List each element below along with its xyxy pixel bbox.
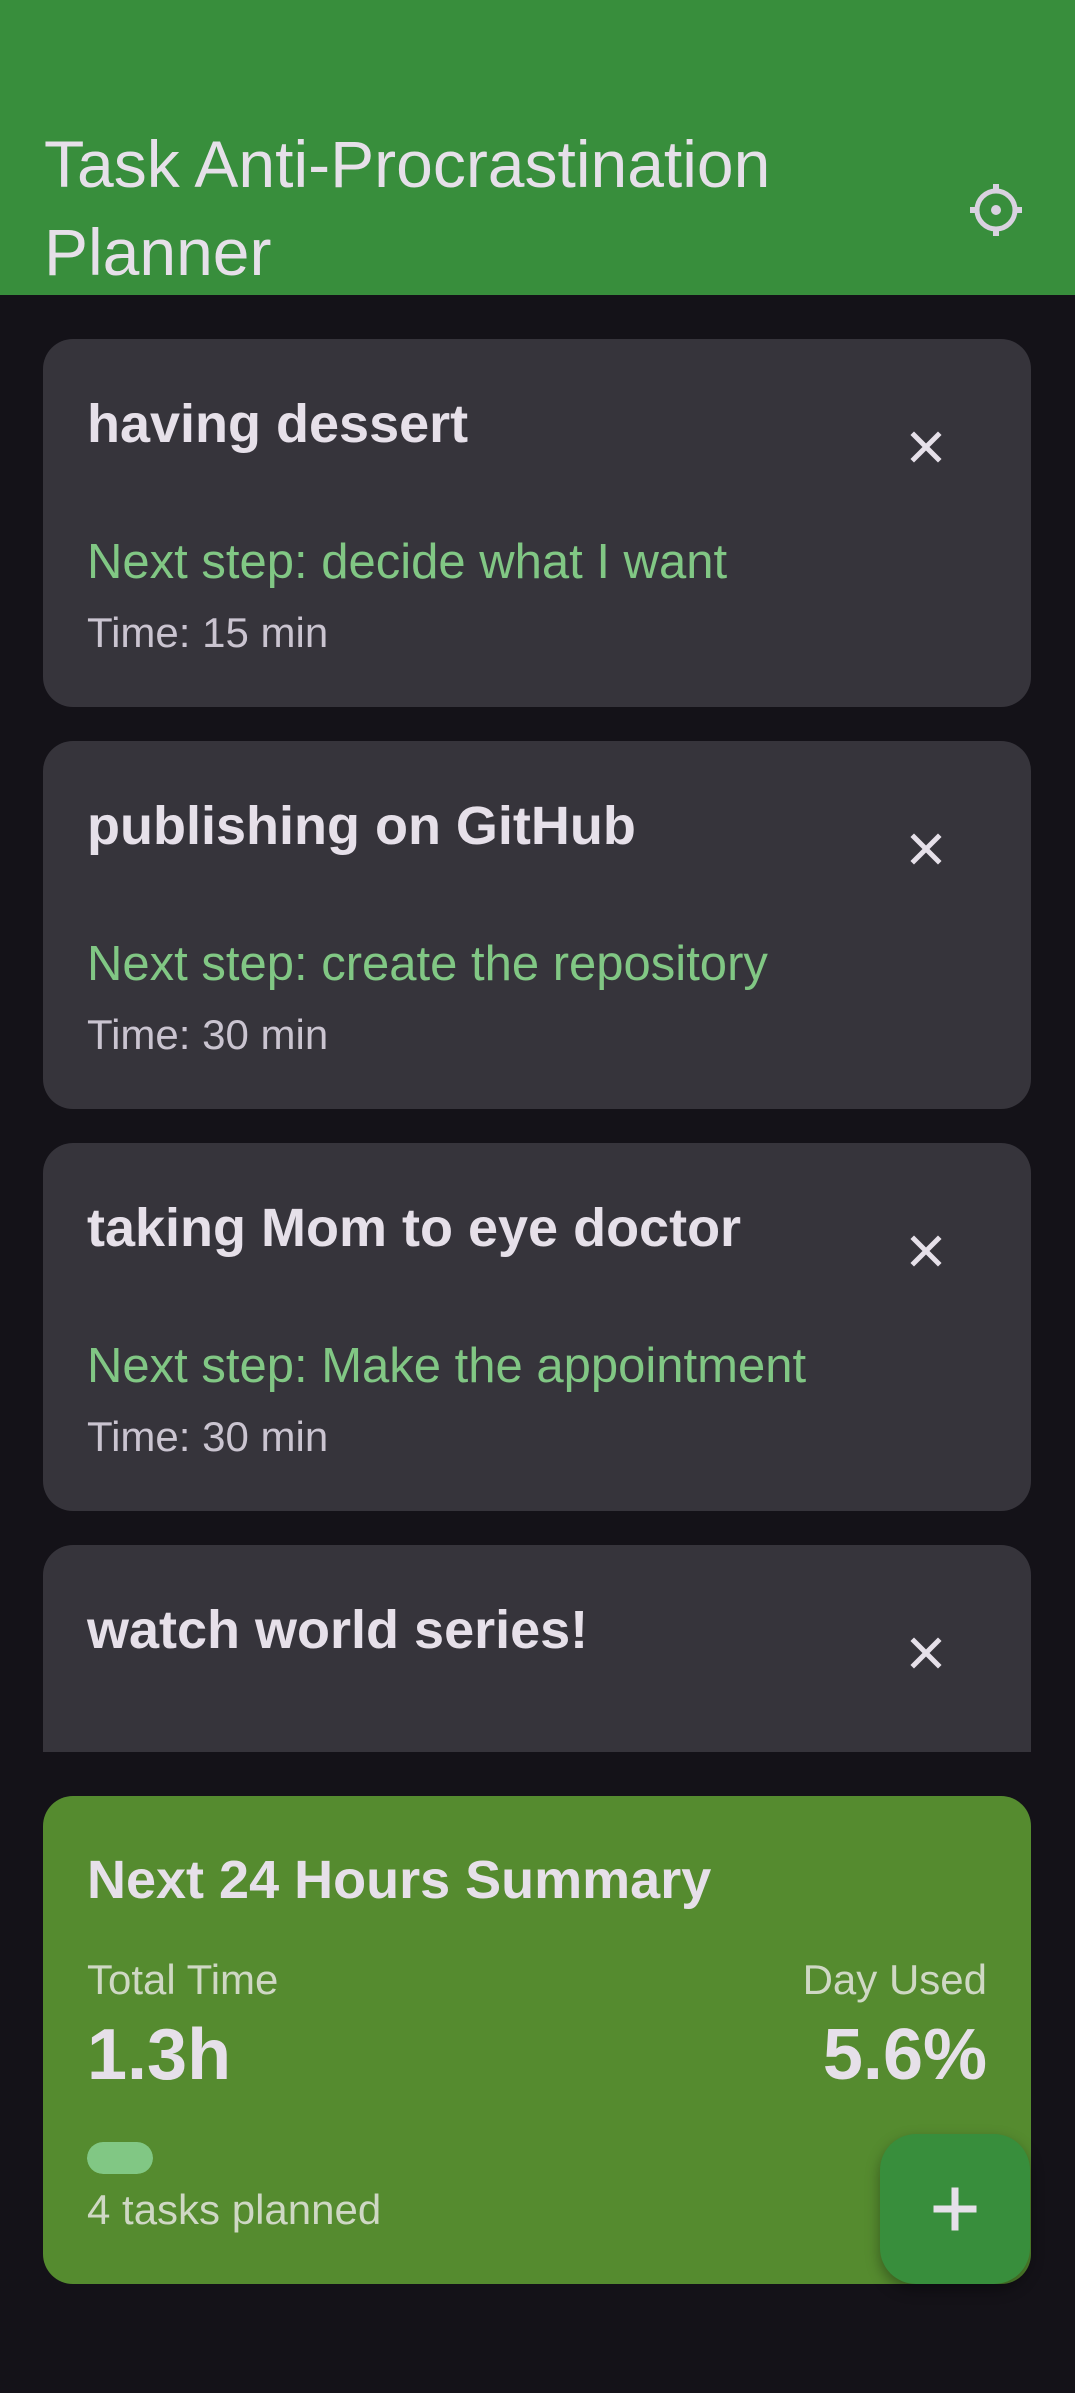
task-title: publishing on GitHub <box>87 796 636 856</box>
settings-icon <box>970 184 1022 236</box>
close-icon <box>910 431 942 463</box>
day-used-value: 5.6% <box>822 2015 987 2095</box>
remove-task-button[interactable] <box>898 1625 954 1681</box>
task-time: Time: 30 min <box>87 1011 329 1058</box>
day-used-label: Day Used <box>802 1956 987 2003</box>
day-used-progress <box>87 2142 153 2174</box>
task-count: 4 tasks planned <box>87 2186 382 2233</box>
remove-task-button[interactable] <box>898 1223 954 1279</box>
remove-task-button[interactable] <box>898 419 954 475</box>
app-bar: Task Anti-Procrastination Planner <box>0 0 1075 295</box>
close-icon <box>910 833 942 865</box>
task-next-step: Next step: Make the appointment <box>87 1339 807 1393</box>
task-list[interactable]: having dessert Next step: decide what I … <box>0 295 1075 1752</box>
settings-button[interactable] <box>966 180 1026 240</box>
task-card[interactable]: publishing on GitHub Next step: create t… <box>43 741 1031 1109</box>
plus-icon <box>933 2187 977 2231</box>
app-title: Task Anti-Procrastination Planner <box>44 127 771 289</box>
day-used-progress-fill <box>87 2142 153 2174</box>
close-icon <box>910 1235 942 1267</box>
summary-title: Next 24 Hours Summary <box>87 1850 712 1910</box>
task-card[interactable]: watch world series! <box>43 1545 1031 1752</box>
task-title: watch world series! <box>87 1600 589 1660</box>
task-title: having dessert <box>87 394 469 454</box>
add-task-button[interactable] <box>880 2134 1030 2284</box>
close-icon <box>910 1637 942 1669</box>
task-card[interactable]: having dessert Next step: decide what I … <box>43 339 1031 707</box>
remove-task-button[interactable] <box>898 821 954 877</box>
task-time: Time: 15 min <box>87 609 329 656</box>
total-time-value: 1.3h <box>87 2015 232 2095</box>
task-title: taking Mom to eye doctor <box>87 1198 742 1258</box>
task-next-step: Next step: decide what I want <box>87 535 728 589</box>
total-time-label: Total Time <box>87 1956 279 2003</box>
task-time: Time: 30 min <box>87 1413 329 1460</box>
task-next-step: Next step: create the repository <box>87 937 768 991</box>
task-card[interactable]: taking Mom to eye doctor Next step: Make… <box>43 1143 1031 1511</box>
